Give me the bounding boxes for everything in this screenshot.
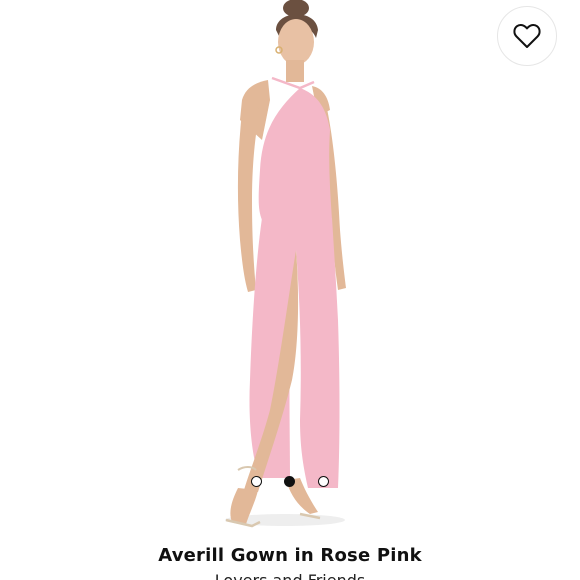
heart-icon xyxy=(513,23,541,48)
product-title[interactable]: Averill Gown in Rose Pink xyxy=(0,545,580,566)
head xyxy=(278,19,314,65)
carousel-dots xyxy=(0,476,580,488)
carousel-dot-2[interactable] xyxy=(284,476,295,487)
favorite-button[interactable] xyxy=(497,6,557,66)
product-card: Averill Gown in Rose Pink Lovers and Fri… xyxy=(0,0,580,580)
carousel-dot-3[interactable] xyxy=(318,476,329,487)
neck xyxy=(286,60,304,82)
model-photo xyxy=(225,0,346,528)
product-image[interactable] xyxy=(0,0,580,535)
brand-name[interactable]: Lovers and Friends xyxy=(0,571,580,580)
dress-bodice xyxy=(258,88,332,220)
carousel-dot-1[interactable] xyxy=(251,476,262,487)
left-arm xyxy=(237,96,260,292)
